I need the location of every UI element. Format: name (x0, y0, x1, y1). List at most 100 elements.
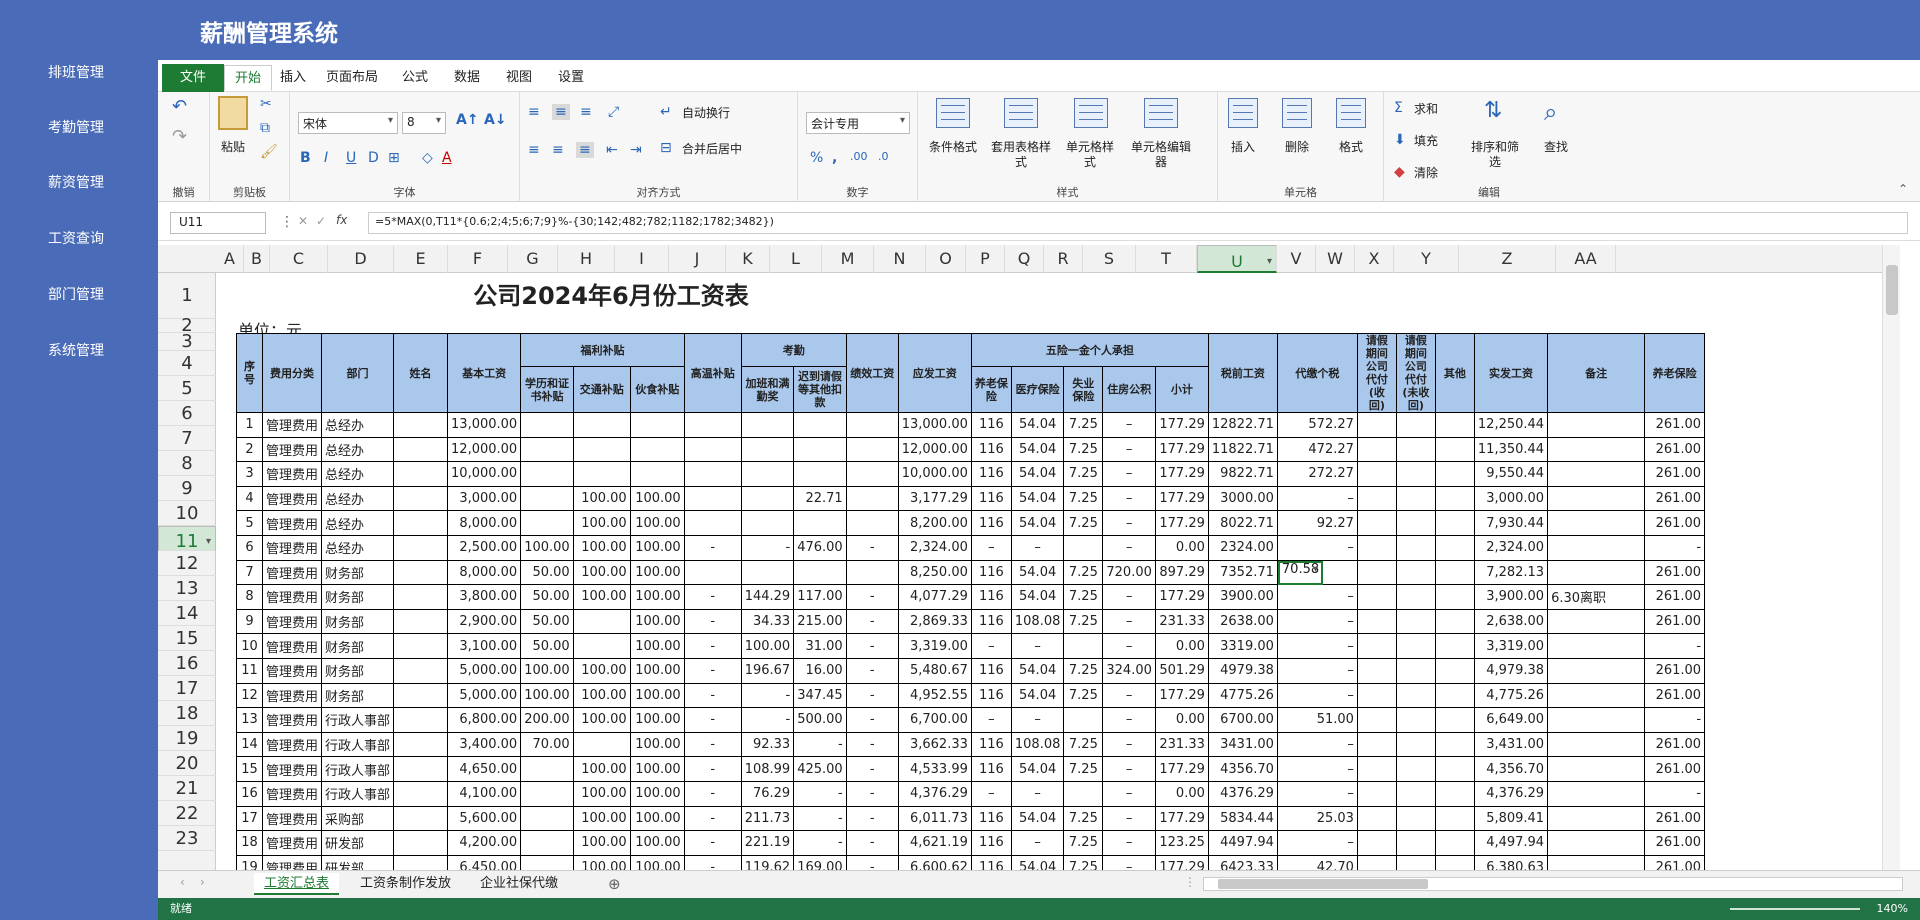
table-cell[interactable] (520, 461, 574, 487)
table-cell[interactable] (1395, 756, 1436, 782)
row-header[interactable]: 21 (158, 776, 216, 801)
row-header[interactable]: 22 (158, 801, 216, 826)
table-row[interactable]: 2 管理费用 总经办 12,000.00 12,000.00 116 54.04 7.25–1… (236, 436, 1706, 463)
table-cell[interactable] (1395, 682, 1436, 709)
redo-icon[interactable]: ↷ (172, 126, 187, 147)
insert-cells-button[interactable]: 插入 (1224, 140, 1262, 155)
table-cell[interactable] (572, 608, 631, 635)
table-cell[interactable]: 4,376.29 (1473, 780, 1549, 807)
table-cell[interactable]: 11 (236, 657, 263, 684)
font-size-select[interactable]: 8 (402, 112, 446, 134)
table-cell[interactable] (393, 657, 449, 684)
table-cell[interactable] (683, 510, 742, 536)
table-cell[interactable] (1063, 633, 1104, 659)
eraser-icon[interactable]: ◆ (1394, 164, 1405, 180)
table-cell[interactable]: 196.67 (740, 657, 795, 684)
table-cell[interactable] (1356, 707, 1397, 733)
horizontal-scrollbar[interactable] (1203, 877, 1903, 891)
table-cell[interactable]: – (1102, 633, 1156, 659)
table-cell[interactable] (1434, 756, 1475, 782)
zoom-slider[interactable] (1730, 908, 1860, 910)
table-cell[interactable]: - (683, 682, 742, 709)
tab-page-layout[interactable]: 页面布局 (316, 65, 388, 91)
payroll-table[interactable]: 序号 费用分类 部门 姓名 基本工资 福利补贴 高温补贴 考勤 绩效工资 应发工资 五险一金个人承担… (236, 332, 1706, 870)
column-header[interactable]: S (1083, 245, 1136, 273)
table-cell[interactable]: 12 (236, 682, 263, 709)
table-cell[interactable]: – (1102, 780, 1156, 807)
table-format-button[interactable]: 套用表格样式 (988, 140, 1054, 170)
table-cell[interactable]: 100.00 (629, 559, 685, 586)
row-header[interactable]: 11 (158, 526, 216, 554)
table-cell[interactable]: 116 (970, 830, 1012, 856)
table-cell[interactable]: 100.00 (572, 559, 631, 586)
table-cell[interactable] (845, 485, 899, 512)
table-cell[interactable]: 100.00 (520, 534, 574, 561)
column-header[interactable]: T (1136, 245, 1197, 273)
table-cell[interactable]: 6 (236, 534, 263, 561)
table-cell[interactable]: 8 (236, 584, 263, 610)
table-cell[interactable]: 3,662.33 (897, 731, 972, 758)
table-cell[interactable]: - (740, 707, 795, 733)
column-header[interactable]: W (1316, 245, 1355, 273)
table-cell[interactable]: 7.25 (1063, 412, 1104, 438)
table-cell[interactable] (793, 412, 847, 438)
table-cell[interactable]: 7.25 (1063, 854, 1104, 870)
table-cell[interactable]: 采购部 (321, 805, 395, 832)
table-cell[interactable]: - (845, 682, 899, 709)
table-cell[interactable]: 研发部 (321, 830, 395, 856)
table-cell[interactable] (1356, 559, 1397, 586)
table-cell[interactable] (1395, 805, 1436, 832)
table-cell[interactable]: 6,450.00 (447, 854, 522, 870)
table-cell[interactable]: 2,900.00 (447, 608, 522, 635)
cell-style-button[interactable]: 单元格样式 (1062, 140, 1118, 170)
table-cell[interactable]: 管理费用 (261, 854, 323, 870)
column-header[interactable]: N (874, 245, 926, 273)
column-header[interactable]: F (448, 245, 508, 273)
fill-color-icon[interactable]: ◇ (422, 150, 433, 166)
column-header[interactable]: P (966, 245, 1005, 273)
table-cell[interactable]: 211.73 (740, 805, 795, 832)
table-cell[interactable]: - (793, 780, 847, 807)
column-header[interactable]: K (726, 245, 770, 273)
table-cell[interactable] (1434, 854, 1475, 870)
decrease-indent-icon[interactable]: ⇤ (606, 142, 618, 158)
table-cell[interactable] (393, 559, 449, 586)
table-cell[interactable]: 6,380.63 (1473, 854, 1549, 870)
table-cell[interactable]: - (845, 830, 899, 856)
row-header[interactable]: 15 (158, 626, 216, 651)
table-row[interactable]: 5 管理费用 总经办 8,000.00 100.00 100.00 8,200.00 116 5… (236, 510, 1706, 536)
table-cell[interactable] (572, 633, 631, 659)
column-header[interactable]: C (270, 245, 328, 273)
table-cell[interactable]: 50.00 (520, 608, 574, 635)
table-cell[interactable] (1434, 657, 1475, 684)
align-middle-icon[interactable]: ≡ (552, 104, 570, 120)
table-cell[interactable]: 116 (970, 608, 1012, 635)
table-cell[interactable]: 14 (236, 731, 263, 758)
table-cell[interactable]: 116 (970, 436, 1012, 463)
table-cell[interactable]: 92.33 (740, 731, 795, 758)
table-cell[interactable] (629, 461, 685, 487)
table-cell[interactable]: 7.25 (1063, 436, 1104, 463)
table-cell[interactable]: 4,356.70 (1473, 756, 1549, 782)
table-cell[interactable]: 2,324.00 (1473, 534, 1549, 561)
align-bottom-icon[interactable]: ≡ (580, 104, 592, 120)
table-cell[interactable]: – (1276, 830, 1358, 856)
table-cell[interactable] (520, 805, 574, 832)
table-cell[interactable] (1395, 854, 1436, 870)
more-icon[interactable]: ⋮ (280, 214, 294, 230)
table-cell[interactable]: 54.04 (1010, 412, 1065, 438)
table-cell[interactable]: 54.04 (1010, 657, 1065, 684)
table-cell[interactable]: 13 (236, 707, 263, 733)
table-cell[interactable]: 2,324.00 (897, 534, 972, 561)
table-cell[interactable]: 177.29 (1154, 461, 1209, 487)
table-cell[interactable]: – (970, 780, 1012, 807)
table-cell[interactable] (1356, 608, 1397, 635)
merge-center-button[interactable]: 合并后居中 (682, 142, 742, 157)
table-cell[interactable]: 100.00 (629, 633, 685, 659)
table-cell[interactable]: 7.25 (1063, 608, 1104, 635)
table-cell[interactable]: 177.29 (1154, 412, 1209, 438)
column-header[interactable]: O (926, 245, 966, 273)
table-cell[interactable]: 管理费用 (261, 584, 323, 610)
table-cell[interactable] (520, 510, 574, 536)
column-header[interactable]: X (1355, 245, 1394, 273)
